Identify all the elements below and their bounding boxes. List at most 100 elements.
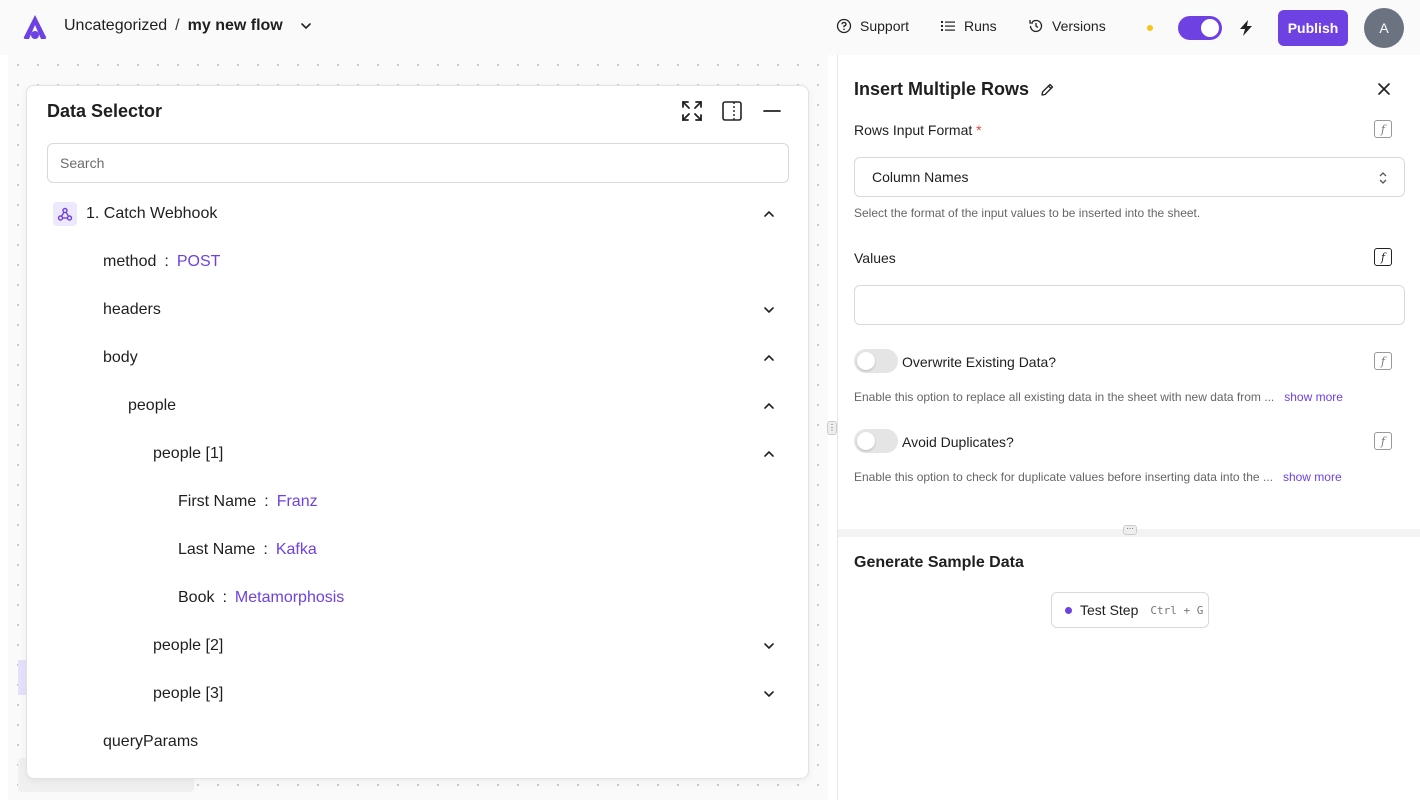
tree-row-step[interactable]: 1. Catch Webhook (27, 190, 808, 238)
lightning-icon[interactable] (1238, 19, 1254, 37)
chevron-up-down-icon (1379, 172, 1387, 184)
chevron-down-icon[interactable] (762, 639, 776, 653)
chevron-up-icon[interactable] (762, 447, 776, 461)
horizontal-resize-handle[interactable]: ⋯ (1123, 525, 1137, 535)
toggle-knob (857, 352, 875, 370)
tree-row[interactable]: headers (27, 286, 808, 334)
status-dot (1147, 25, 1153, 31)
show-more-link[interactable]: show more (1283, 470, 1342, 484)
tree-row[interactable]: Last Name: Kafka (27, 526, 808, 574)
avoid-duplicates-help-text: Enable this option to check for duplicat… (854, 470, 1273, 484)
tree-key: queryParams (103, 733, 199, 750)
data-selector-title: Data Selector (47, 101, 163, 121)
rows-input-format-label: Rows Input Format * (854, 122, 982, 138)
dock-panel-icon[interactable] (721, 100, 743, 122)
support-label: Support (860, 18, 910, 34)
generate-sample-title: Generate Sample Data (854, 554, 1024, 571)
values-input[interactable] (854, 285, 1405, 325)
tree-key: body (103, 349, 138, 366)
avoid-duplicates-toggle[interactable] (854, 429, 898, 453)
overwrite-help: Enable this option to replace all existi… (854, 390, 1343, 404)
overwrite-toggle[interactable] (854, 349, 898, 373)
tree-key: Last Name (178, 541, 256, 558)
rows-input-format-value: Column Names (872, 169, 969, 185)
rows-input-format-label-text: Rows Input Format (854, 122, 973, 138)
vertical-resize-handle[interactable]: ⋮ (827, 421, 837, 435)
history-icon (1029, 19, 1043, 33)
test-step-label: Test Step (1080, 602, 1139, 618)
status-dot (1065, 606, 1072, 614)
tree-row[interactable]: queryParams (27, 718, 808, 766)
flow-name[interactable]: my new flow (188, 17, 283, 35)
overwrite-label: Overwrite Existing Data? (902, 354, 1057, 370)
step-title-text: Insert Multiple Rows (854, 79, 1030, 99)
tree-key: First Name (178, 493, 257, 510)
top-bar: Uncategorized / my new flow Support Runs… (0, 0, 1420, 55)
close-icon[interactable] (1376, 81, 1392, 97)
tree-key: Book (178, 589, 215, 606)
tree-key: people [3] (153, 685, 224, 702)
minimize-icon[interactable] (761, 100, 783, 122)
list-icon (941, 21, 955, 31)
tree-row[interactable]: people (27, 382, 808, 430)
overwrite-help-text: Enable this option to replace all existi… (854, 390, 1275, 404)
values-label: Values (854, 250, 896, 266)
toggle-knob (857, 432, 875, 450)
support-button[interactable]: Support (836, 18, 909, 34)
tree-row[interactable]: people [2] (27, 622, 808, 670)
rows-input-format-help: Select the format of the input values to… (854, 206, 1201, 220)
avoid-duplicates-help: Enable this option to check for duplicat… (854, 470, 1342, 484)
toggle-knob (1201, 19, 1219, 37)
tree-row[interactable]: people [3] (27, 670, 808, 718)
test-step-button[interactable]: Test Step Ctrl + G (1051, 592, 1209, 628)
expand-icon[interactable] (681, 100, 703, 122)
webhook-icon (57, 207, 73, 221)
avoid-duplicates-label: Avoid Duplicates? (902, 434, 1014, 450)
tree-colon: : (263, 541, 268, 558)
chevron-up-icon[interactable] (762, 351, 776, 365)
formula-toggle-icon[interactable]: f (1374, 432, 1392, 450)
breadcrumb-folder[interactable]: Uncategorized (64, 17, 167, 35)
chevron-down-icon[interactable] (762, 687, 776, 701)
search-input[interactable] (47, 143, 789, 183)
chevron-up-icon[interactable] (762, 207, 776, 221)
flow-enabled-toggle[interactable] (1178, 16, 1222, 40)
tree-colon: : (164, 253, 169, 270)
tree-key: 1. Catch Webhook (86, 205, 218, 222)
tree-key: people (128, 397, 177, 414)
avatar[interactable]: A (1364, 8, 1404, 48)
step-settings-panel: Insert Multiple Rows Rows Input Format *… (837, 55, 1420, 800)
pencil-icon[interactable] (1039, 82, 1055, 98)
tree-value: Kafka (275, 541, 317, 558)
tree-key: people [2] (153, 637, 224, 654)
runs-label: Runs (964, 18, 997, 34)
runs-button[interactable]: Runs (940, 18, 997, 34)
chevron-up-icon[interactable] (762, 399, 776, 413)
required-mark: * (976, 122, 982, 138)
formula-toggle-icon[interactable]: f (1374, 120, 1392, 138)
tree-row[interactable]: Book: Metamorphosis (27, 574, 808, 622)
versions-button[interactable]: Versions (1028, 18, 1106, 34)
tree-row[interactable]: method: POST (27, 238, 808, 286)
breadcrumb-separator: / (175, 17, 180, 34)
show-more-link[interactable]: show more (1284, 390, 1343, 404)
tree-key: headers (103, 301, 161, 318)
formula-toggle-icon[interactable]: f (1374, 352, 1392, 370)
formula-toggle-icon[interactable]: f (1374, 248, 1392, 266)
tree-row[interactable]: people [1] (27, 430, 808, 478)
tree-key: method (103, 253, 157, 270)
chevron-down-icon[interactable] (299, 19, 313, 33)
test-step-shortcut: Ctrl + G (1150, 603, 1204, 617)
tree-key: people [1] (153, 445, 224, 462)
app-logo-icon[interactable] (20, 13, 50, 41)
rows-input-format-select[interactable]: Column Names (854, 157, 1405, 197)
tree-row[interactable]: First Name: Franz (27, 478, 808, 526)
tree-value: Franz (276, 493, 318, 510)
chevron-down-icon[interactable] (762, 303, 776, 317)
tree-row[interactable]: body (27, 334, 808, 382)
publish-button[interactable]: Publish (1278, 10, 1348, 46)
tree-value: POST (176, 253, 221, 270)
versions-label: Versions (1052, 18, 1106, 34)
step-title: Insert Multiple Rows (854, 79, 1055, 100)
breadcrumb: Uncategorized / my new flow (64, 17, 313, 35)
